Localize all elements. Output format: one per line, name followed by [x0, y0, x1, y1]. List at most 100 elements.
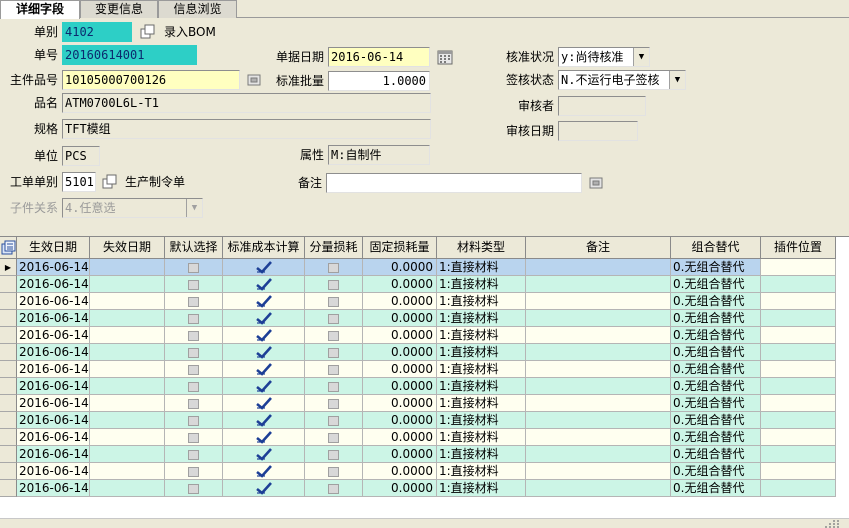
cell-remark[interactable]	[526, 344, 671, 361]
cell-std-cost[interactable]	[223, 395, 305, 412]
cell-std-cost[interactable]	[223, 310, 305, 327]
cell-remark[interactable]	[526, 480, 671, 497]
cell-combo[interactable]: 0.无组合替代	[671, 310, 761, 327]
checkbox[interactable]	[188, 467, 199, 477]
table-row[interactable]: 2016-06-14 0.0000 1:直接材料 0.无组合替代	[0, 378, 849, 395]
header-default[interactable]: 默认选择	[165, 237, 223, 259]
cell-remark[interactable]	[526, 378, 671, 395]
cell-mat-type[interactable]: 1:直接材料	[437, 395, 526, 412]
cell-default[interactable]	[165, 327, 223, 344]
cell-exp-date[interactable]	[90, 361, 165, 378]
checkbox[interactable]	[188, 365, 199, 375]
cell-fixed-loss[interactable]: 0.0000	[363, 395, 437, 412]
row-indicator[interactable]	[0, 276, 17, 293]
cell-default[interactable]	[165, 446, 223, 463]
cell-mat-type[interactable]: 1:直接材料	[437, 293, 526, 310]
cell-default[interactable]	[165, 395, 223, 412]
checkbox[interactable]	[188, 416, 199, 426]
tab-info-browse[interactable]: 信息浏览	[158, 0, 237, 18]
checkbox[interactable]	[188, 280, 199, 290]
cell-default[interactable]	[165, 361, 223, 378]
row-indicator[interactable]	[0, 378, 17, 395]
lookup-icon[interactable]	[246, 72, 262, 88]
cell-std-cost[interactable]	[223, 463, 305, 480]
cell-combo[interactable]: 0.无组合替代	[671, 293, 761, 310]
row-indicator[interactable]	[0, 480, 17, 497]
cell-default[interactable]	[165, 276, 223, 293]
cell-eff-date[interactable]: 2016-06-14	[17, 293, 90, 310]
cell-combo[interactable]: 0.无组合替代	[671, 259, 761, 276]
cell-frac-loss[interactable]	[305, 361, 363, 378]
row-indicator[interactable]	[0, 293, 17, 310]
cell-frac-loss[interactable]	[305, 395, 363, 412]
row-indicator[interactable]	[0, 429, 17, 446]
cell-eff-date[interactable]: 2016-06-14	[17, 310, 90, 327]
table-row[interactable]: 2016-06-14 0.0000 1:直接材料 0.无组合替代	[0, 276, 849, 293]
cell-combo[interactable]: 0.无组合替代	[671, 429, 761, 446]
row-indicator[interactable]	[0, 395, 17, 412]
table-row[interactable]: 2016-06-14 0.0000 1:直接材料 0.无组合替代	[0, 446, 849, 463]
cell-eff-date[interactable]: 2016-06-14	[17, 412, 90, 429]
copy-icon[interactable]	[102, 174, 118, 190]
cell-mat-type[interactable]: 1:直接材料	[437, 276, 526, 293]
cell-combo[interactable]: 0.无组合替代	[671, 446, 761, 463]
resize-grip-icon[interactable]	[821, 518, 841, 528]
checkbox[interactable]	[328, 331, 339, 341]
cell-default[interactable]	[165, 293, 223, 310]
production-order-button[interactable]: 生产制令单	[125, 172, 185, 192]
cell-fixed-loss[interactable]: 0.0000	[363, 276, 437, 293]
table-row[interactable]: 2016-06-14 0.0000 1:直接材料 0.无组合替代	[0, 310, 849, 327]
header-mat-type[interactable]: 材料类型	[437, 237, 526, 259]
checkbox[interactable]	[328, 297, 339, 307]
cell-std-cost[interactable]	[223, 344, 305, 361]
doc-type-field[interactable]: 4102	[62, 22, 132, 42]
row-indicator[interactable]	[0, 463, 17, 480]
cell-pos[interactable]	[761, 429, 836, 446]
cell-std-cost[interactable]	[223, 293, 305, 310]
cell-default[interactable]	[165, 378, 223, 395]
checkbox[interactable]	[188, 331, 199, 341]
checkbox[interactable]	[328, 416, 339, 426]
table-row[interactable]: 2016-06-14 0.0000 1:直接材料 0.无组合替代	[0, 412, 849, 429]
cell-remark[interactable]	[526, 293, 671, 310]
table-row[interactable]: 2016-06-14 0.0000 1:直接材料 0.无组合替代	[0, 293, 849, 310]
cell-frac-loss[interactable]	[305, 429, 363, 446]
main-item-no-field[interactable]: 10105000700126	[62, 70, 240, 90]
row-indicator[interactable]	[0, 446, 17, 463]
checkbox[interactable]	[188, 399, 199, 409]
checkbox[interactable]	[328, 450, 339, 460]
checkbox[interactable]	[188, 348, 199, 358]
cell-default[interactable]	[165, 429, 223, 446]
lookup-icon[interactable]	[588, 175, 604, 191]
cell-combo[interactable]: 0.无组合替代	[671, 327, 761, 344]
doc-no-field[interactable]: 20160614001	[62, 45, 197, 65]
cell-std-cost[interactable]	[223, 480, 305, 497]
checkbox[interactable]	[188, 314, 199, 324]
cell-mat-type[interactable]: 1:直接材料	[437, 378, 526, 395]
std-batch-field[interactable]: 1.0000	[328, 71, 430, 91]
table-row[interactable]: 2016-06-14 0.0000 1:直接材料 0.无组合替代	[0, 463, 849, 480]
cell-eff-date[interactable]: 2016-06-14	[17, 446, 90, 463]
cell-fixed-loss[interactable]: 0.0000	[363, 327, 437, 344]
remark-field[interactable]	[326, 173, 582, 193]
cell-std-cost[interactable]	[223, 429, 305, 446]
checkbox[interactable]	[328, 263, 339, 273]
cell-eff-date[interactable]: 2016-06-14	[17, 276, 90, 293]
header-std-cost[interactable]: 标准成本计算	[223, 237, 305, 259]
cell-std-cost[interactable]	[223, 446, 305, 463]
cell-exp-date[interactable]	[90, 344, 165, 361]
cell-eff-date[interactable]: 2016-06-14	[17, 480, 90, 497]
checkbox[interactable]	[188, 297, 199, 307]
row-indicator[interactable]	[0, 412, 17, 429]
cell-combo[interactable]: 0.无组合替代	[671, 412, 761, 429]
chevron-down-icon[interactable]: ▼	[669, 71, 685, 89]
cell-fixed-loss[interactable]: 0.0000	[363, 429, 437, 446]
table-row[interactable]: 2016-06-14 0.0000 1:直接材料 0.无组合替代	[0, 429, 849, 446]
cell-combo[interactable]: 0.无组合替代	[671, 395, 761, 412]
cell-fixed-loss[interactable]: 0.0000	[363, 412, 437, 429]
cell-eff-date[interactable]: 2016-06-14	[17, 378, 90, 395]
cell-exp-date[interactable]	[90, 310, 165, 327]
cell-frac-loss[interactable]	[305, 463, 363, 480]
grid-corner[interactable]	[0, 237, 17, 259]
cell-fixed-loss[interactable]: 0.0000	[363, 463, 437, 480]
